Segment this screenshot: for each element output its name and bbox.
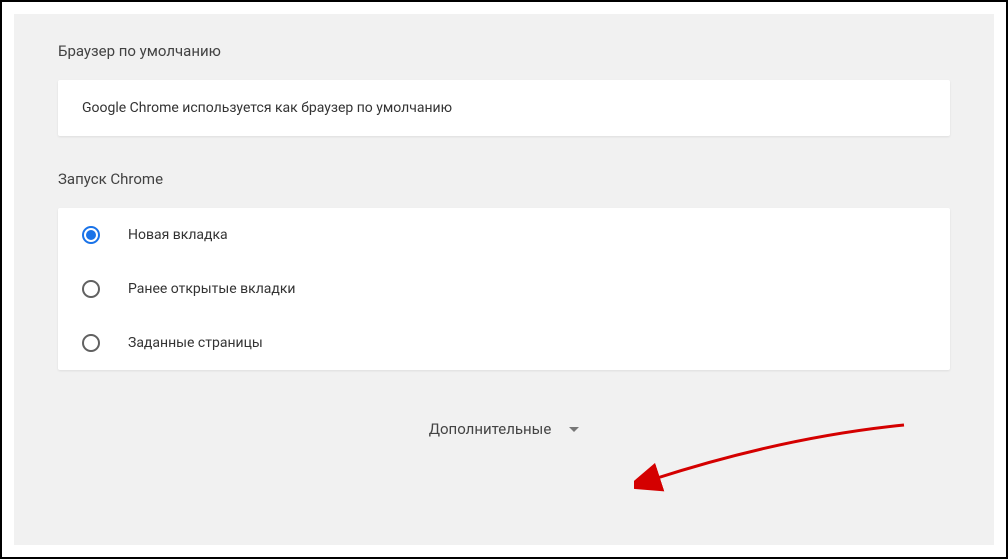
radio-icon [82,280,100,298]
radio-label: Заданные страницы [128,335,263,351]
default-browser-status: Google Chrome используется как браузер п… [58,80,950,136]
radio-icon [82,334,100,352]
default-browser-heading: Браузер по умолчанию [58,42,950,60]
startup-option-continue[interactable]: Ранее открытые вкладки [58,262,950,316]
settings-panel: Браузер по умолчанию Google Chrome испол… [14,14,994,545]
default-browser-card: Google Chrome используется как браузер п… [58,80,950,136]
radio-icon [82,226,100,244]
chevron-down-icon [569,427,579,432]
advanced-label: Дополнительные [429,420,552,438]
startup-option-specific-pages[interactable]: Заданные страницы [58,316,950,370]
radio-label: Ранее открытые вкладки [128,281,296,297]
radio-label: Новая вкладка [128,227,228,243]
advanced-toggle[interactable]: Дополнительные [58,420,950,438]
on-startup-heading: Запуск Chrome [58,170,950,188]
on-startup-card: Новая вкладка Ранее открытые вкладки Зад… [58,208,950,370]
startup-option-new-tab[interactable]: Новая вкладка [58,208,950,262]
window-frame: Браузер по умолчанию Google Chrome испол… [0,0,1008,559]
